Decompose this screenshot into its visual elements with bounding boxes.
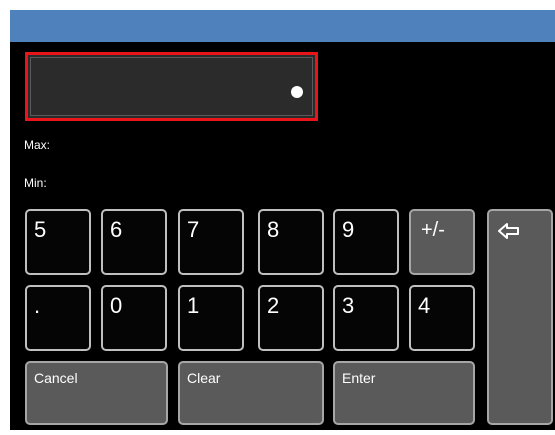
key-label: 7 bbox=[187, 217, 200, 242]
sign-toggle-button[interactable]: +/- bbox=[409, 209, 475, 275]
key-label: 5 bbox=[34, 217, 47, 242]
key-6[interactable]: 6 bbox=[101, 209, 167, 275]
key-label: 0 bbox=[110, 293, 123, 318]
key-label: 4 bbox=[418, 293, 431, 318]
key-label: 9 bbox=[342, 217, 355, 242]
enter-button[interactable]: Enter bbox=[333, 361, 475, 425]
cursor-dot-icon bbox=[291, 86, 303, 98]
min-label: Min: bbox=[24, 176, 47, 190]
key-label: . bbox=[34, 293, 41, 318]
key-1[interactable]: 1 bbox=[178, 285, 244, 351]
key-decimal[interactable]: . bbox=[25, 285, 91, 351]
sign-toggle-label: +/- bbox=[421, 219, 445, 241]
title-bar[interactable] bbox=[10, 10, 555, 42]
key-0[interactable]: 0 bbox=[101, 285, 167, 351]
enter-label: Enter bbox=[342, 370, 376, 386]
key-label: 1 bbox=[187, 293, 200, 318]
key-label: 8 bbox=[267, 217, 280, 242]
cancel-button[interactable]: Cancel bbox=[25, 361, 168, 425]
key-4[interactable]: 4 bbox=[409, 285, 475, 351]
backspace-button[interactable] bbox=[487, 209, 553, 425]
backspace-arrow-icon bbox=[498, 223, 519, 239]
key-label: 3 bbox=[342, 293, 355, 318]
clear-button[interactable]: Clear bbox=[178, 361, 324, 425]
key-7[interactable]: 7 bbox=[178, 209, 244, 275]
cancel-label: Cancel bbox=[34, 370, 78, 386]
key-label: 2 bbox=[267, 293, 280, 318]
key-9[interactable]: 9 bbox=[333, 209, 399, 275]
key-3[interactable]: 3 bbox=[333, 285, 399, 351]
min-limit: Min: bbox=[24, 176, 51, 190]
numeric-keypad-window: Max: Min: 5 6 7 8 9 +/- . 0 1 2 3 4 Canc… bbox=[10, 10, 555, 430]
key-8[interactable]: 8 bbox=[258, 209, 324, 275]
key-2[interactable]: 2 bbox=[258, 285, 324, 351]
key-5[interactable]: 5 bbox=[25, 209, 91, 275]
value-display[interactable] bbox=[25, 52, 318, 121]
max-limit: Max: bbox=[24, 138, 54, 152]
max-label: Max: bbox=[24, 138, 51, 152]
value-display-inner bbox=[30, 57, 313, 116]
clear-label: Clear bbox=[187, 370, 221, 386]
key-label: 6 bbox=[110, 217, 123, 242]
